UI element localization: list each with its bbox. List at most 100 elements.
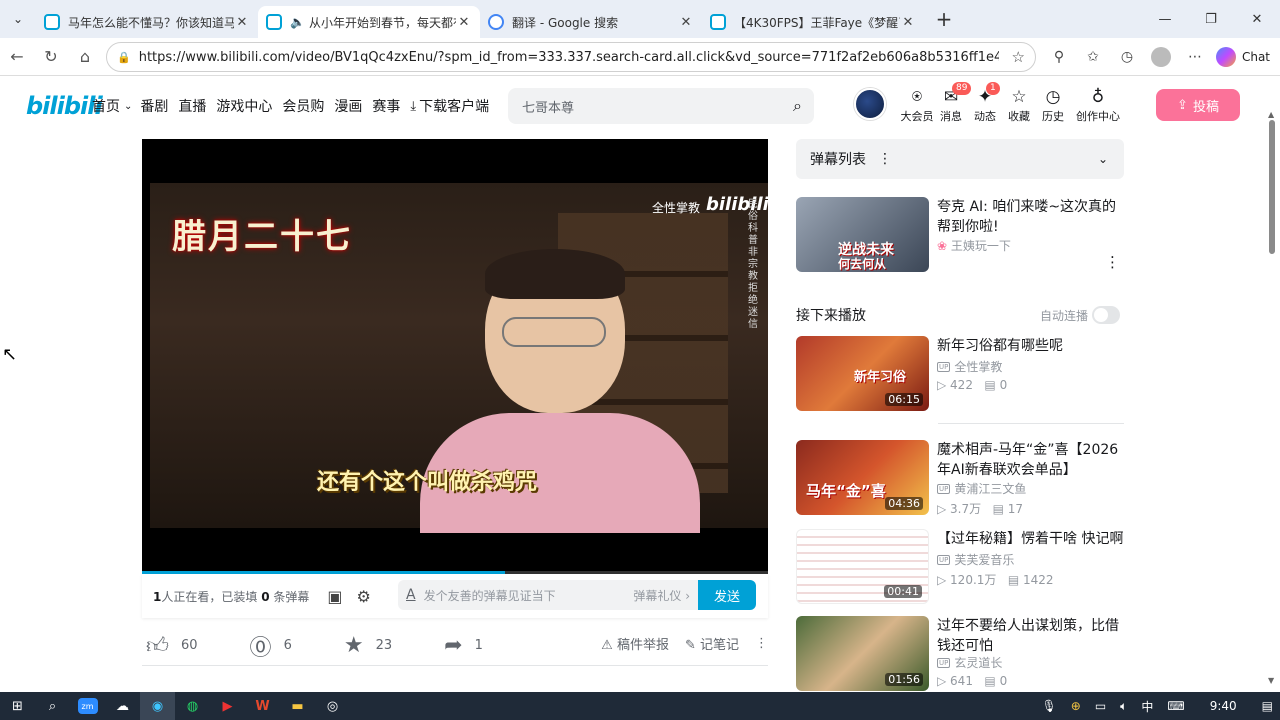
dynamic-button[interactable]: ✦ 1 动态 [968, 82, 1002, 124]
home-icon[interactable]: ⌂ [68, 47, 102, 66]
reload-icon[interactable]: ↻ [34, 47, 68, 66]
user-avatar[interactable] [854, 88, 886, 120]
browser-tab-4[interactable]: 【4K30FPS】王菲Faye《梦醒了》1998 ✕ [702, 6, 924, 38]
history-icon[interactable]: ◷ [1110, 49, 1144, 65]
page-scrollbar[interactable]: ▲ ▼ [1264, 110, 1280, 690]
video-uploader[interactable]: UP 芙芙爱音乐 [937, 551, 1014, 568]
danmaku-input[interactable]: A 发个友善的弹幕见证当下 弹幕礼仪 › [398, 580, 698, 610]
ad-card[interactable]: 逆战未来 何去何从 夸克 AI: 咱们来喽~这次真的帮到你啦! ❀ 王姨玩一下 … [796, 197, 1124, 273]
notifications-icon[interactable]: ▤ [1262, 699, 1273, 713]
nav-shop[interactable]: 会员购 [282, 96, 324, 116]
scroll-up-icon[interactable]: ▲ [1268, 110, 1274, 119]
video-uploader[interactable]: UP 黄浦江三文鱼 [937, 480, 1026, 497]
media-app-icon[interactable]: ▶ [210, 692, 245, 720]
clock[interactable]: 9:40 [1210, 699, 1237, 713]
more-menu-icon[interactable]: ⋯ [1178, 49, 1212, 65]
nav-download-client[interactable]: 下载客户端 [419, 96, 489, 116]
zoom-app-icon[interactable]: zm [70, 692, 105, 720]
security-icon[interactable]: ⊕ [1071, 699, 1081, 713]
start-icon[interactable]: ⊞ [0, 692, 35, 720]
more-options-icon[interactable]: ⋮ [1105, 253, 1120, 271]
video-title[interactable]: 新年习俗都有哪些呢 [937, 336, 1124, 356]
tab-actions-icon[interactable]: ⌄ [0, 0, 36, 38]
tab-close-icon[interactable]: ✕ [456, 15, 472, 30]
file-explorer-icon[interactable]: ▬ [280, 692, 315, 720]
coin-button[interactable]: ⓪6 [246, 630, 292, 662]
scrollbar-thumb[interactable] [1269, 120, 1275, 254]
cloud-app-icon[interactable]: ☁ [105, 692, 140, 720]
chevron-down-icon[interactable]: ⌄ [1098, 152, 1108, 166]
search-icon[interactable]: ⌕ [793, 96, 802, 116]
video-player[interactable]: 腊月二十七 全性掌教 bilibili 民俗科普 非宗教 拒绝迷信 还有个这个叫… [142, 139, 768, 574]
copilot-chat-button[interactable]: Chat [1212, 47, 1280, 67]
back-icon[interactable]: ← [0, 47, 34, 66]
keyboard-icon[interactable]: ⌨ [1167, 699, 1184, 713]
extensions-icon[interactable]: ⚲ [1042, 49, 1076, 65]
microphone-icon[interactable]: 🎙︎ [1042, 699, 1057, 713]
restore-icon[interactable]: ❐ [1188, 0, 1234, 38]
browser-tab-3[interactable]: 翻译 - Google 搜索 ✕ [480, 6, 702, 38]
list-item[interactable]: 01:56 过年不要给人出谋划策，比借钱还可怕 UP 玄灵道长 ▷ 641 ▤ 0 [796, 616, 1124, 692]
like-button[interactable]: 👍︎ 60 [142, 632, 198, 659]
danmaku-etiquette-link[interactable]: 弹幕礼仪 › [633, 587, 690, 604]
bilibili-logo[interactable]: bilibili [26, 92, 103, 120]
wps-app-icon[interactable]: W [245, 692, 280, 720]
autoplay-toggle[interactable]: 自动连播 [1040, 306, 1121, 324]
site-info-icon[interactable]: 🔒 [117, 51, 131, 64]
search-input[interactable]: 七哥本尊 ⌕ [508, 88, 814, 124]
danmaku-list-panel[interactable]: 弹幕列表 ⋮ ⌄ [796, 139, 1124, 179]
favorites-icon[interactable]: ✩ [1076, 49, 1110, 65]
ime-indicator[interactable]: 中 [1141, 698, 1153, 715]
list-item[interactable]: 新年习俗 06:15 新年习俗都有哪些呢 UP 全性掌教 ▷ 422 ▤ 0 [796, 336, 1124, 412]
nav-home[interactable]: 首页 [92, 96, 120, 116]
nav-live[interactable]: 直播 [178, 96, 206, 116]
nav-manga[interactable]: 漫画 [334, 96, 362, 116]
creator-center-button[interactable]: ♁ 创作中心 [1070, 86, 1126, 124]
danmaku-style-icon[interactable]: A [406, 587, 416, 603]
network-icon[interactable]: ▭ [1095, 699, 1106, 713]
nav-esports[interactable]: 赛事 [372, 96, 400, 116]
browser-tab-2[interactable]: 🔈 从小年开始到春节，每天都有 ✕ [258, 6, 480, 38]
volume-icon[interactable]: 🔈︎ [1120, 699, 1127, 714]
more-options-icon[interactable]: ⋮ [878, 151, 892, 167]
tab-close-icon[interactable]: ✕ [234, 15, 250, 30]
video-uploader[interactable]: UP 全性掌教 [937, 358, 1002, 375]
send-danmaku-button[interactable]: 发送 [698, 580, 756, 610]
history-button[interactable]: ◷ 历史 [1036, 86, 1070, 124]
notes-button[interactable]: ✎ 记笔记 [685, 634, 739, 653]
list-item[interactable]: 马年“金”喜 04:36 魔术相声-马年“金”喜【2026年AI新春联欢会单品】… [796, 440, 1124, 516]
danmaku-toggle-icon[interactable]: ▣ [327, 587, 342, 606]
report-button[interactable]: ⚠ 稿件举报 [601, 634, 669, 653]
ad-title[interactable]: 夸克 AI: 咱们来喽~这次真的帮到你啦! [937, 197, 1124, 237]
favorites-button[interactable]: ☆ 收藏 [1002, 86, 1036, 124]
whatsapp-icon[interactable]: ◍ [175, 692, 210, 720]
browser-tab-1[interactable]: 马年怎么能不懂马？你该知道马如 ✕ [36, 6, 258, 38]
video-title[interactable]: 【过年秘籍】愣着干啥 快记啊 [937, 529, 1124, 549]
obs-app-icon[interactable]: ◎ [315, 692, 350, 720]
danmaku-settings-icon[interactable]: ⚙ [357, 587, 371, 606]
video-title[interactable]: 魔术相声-马年“金”喜【2026年AI新春联欢会单品】 [937, 440, 1124, 480]
edge-browser-icon[interactable]: ◉ [140, 692, 175, 720]
profile-avatar[interactable] [1150, 47, 1171, 67]
tab-close-icon[interactable]: ✕ [678, 15, 694, 30]
tab-close-icon[interactable]: ✕ [900, 15, 916, 30]
list-item[interactable]: 00:41 【过年秘籍】愣着干啥 快记啊 UP 芙芙爱音乐 ▷ 120.1万 ▤ … [796, 529, 1124, 605]
ad-uploader[interactable]: ❀ 王姨玩一下 [937, 237, 1011, 254]
new-tab-icon[interactable]: + [928, 7, 960, 31]
favorite-star-icon[interactable]: ☆ [1012, 48, 1025, 66]
more-options-icon[interactable]: ⋮ [755, 636, 768, 651]
speaker-icon[interactable]: 🔈 [290, 15, 305, 29]
search-icon[interactable]: ⌕ [35, 692, 70, 720]
share-button[interactable]: ➦ 1 [440, 633, 483, 658]
video-title[interactable]: 过年不要给人出谋划策，比借钱还可怕 [937, 616, 1124, 656]
vip-button[interactable]: ⍟ 大会员 [900, 86, 934, 124]
autoplay-switch[interactable] [1092, 306, 1121, 324]
upload-button[interactable]: ⇪ 投稿 [1156, 89, 1240, 121]
scroll-down-icon[interactable]: ▼ [1268, 676, 1274, 685]
close-window-icon[interactable]: ✕ [1234, 0, 1280, 38]
url-field[interactable]: 🔒 https://www.bilibili.com/video/BV1qQc4… [106, 42, 1036, 72]
message-button[interactable]: ✉ 89 消息 [934, 82, 972, 124]
minimize-icon[interactable]: — [1142, 0, 1188, 38]
video-uploader[interactable]: UP 玄灵道长 [937, 654, 1002, 671]
favorite-button[interactable]: ★ 23 [340, 633, 392, 658]
